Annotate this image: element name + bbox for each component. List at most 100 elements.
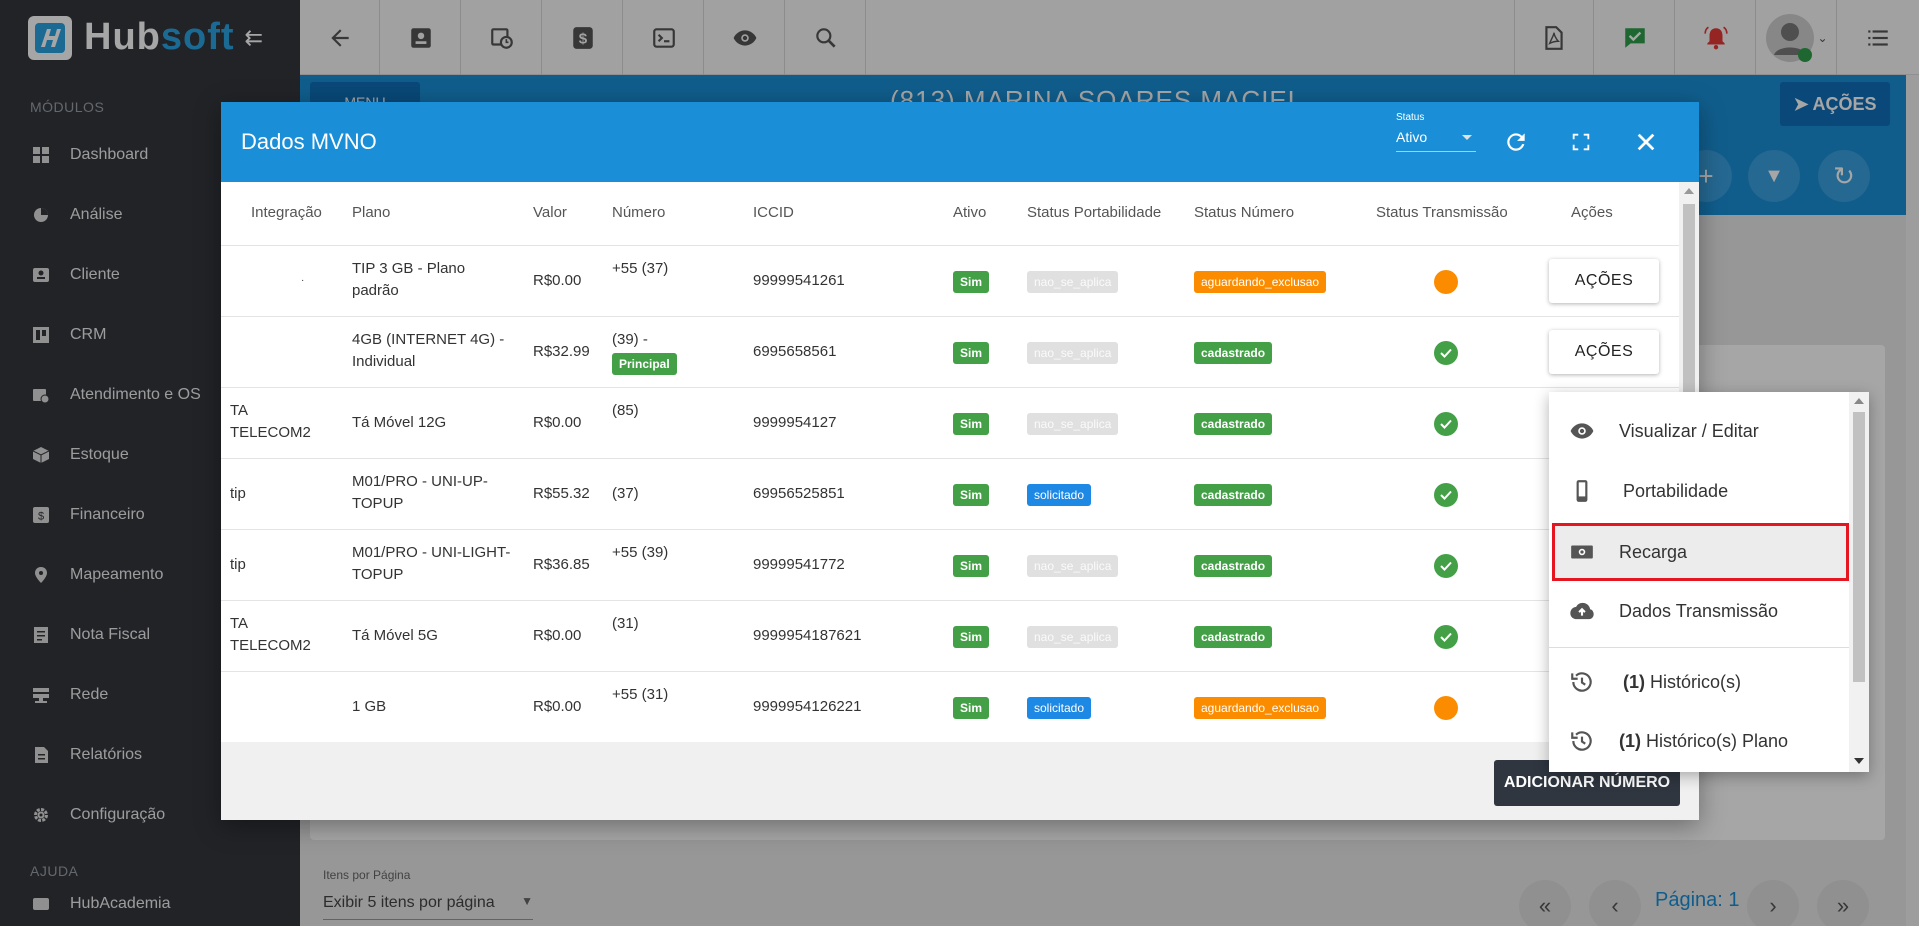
smartphone-icon (1567, 476, 1597, 506)
table-row: tip M01/PRO - UNI-LIGHT- TOPUP R$36.85 +5… (221, 530, 1679, 601)
cell-integracao: TA TELECOM2 (230, 402, 311, 441)
cell-numero: (39) - (612, 331, 648, 348)
scroll-up-icon[interactable] (1854, 398, 1864, 404)
column-header[interactable]: Status Portabilidade (1027, 204, 1161, 221)
menu-scrollbar[interactable] (1849, 392, 1869, 772)
table-row: · TIP 3 GB - Plano padrão R$0.00 +55 (37)… (221, 246, 1679, 317)
cell-iccid: 9999954126221 (753, 698, 862, 715)
cell-integracao: TA TELECOM2 (230, 615, 311, 654)
ativo-badge: Sim (953, 697, 990, 719)
check-circle-icon (1434, 412, 1458, 436)
cell-iccid: 9999954187621 (753, 627, 862, 644)
menu-item-recarga[interactable]: Recarga (1549, 524, 1849, 580)
transmission-pending-icon (1434, 270, 1458, 294)
cell-plano: Tá Móvel 5G (352, 627, 438, 644)
column-header[interactable]: Valor (533, 204, 567, 221)
portabilidade-badge: nao_se_aplica (1027, 413, 1119, 435)
portabilidade-badge: nao_se_aplica (1027, 555, 1119, 577)
table-row: TA TELECOM2 Tá Móvel 5G R$0.00 (31) 9999… (221, 601, 1679, 672)
cell-valor: R$0.00 (533, 272, 582, 289)
check-circle-icon (1434, 554, 1458, 578)
portabilidade-badge: nao_se_aplica (1027, 342, 1119, 364)
check-circle-icon (1434, 483, 1458, 507)
cell-plano: Tá Móvel 12G (352, 414, 447, 431)
cell-iccid: 9999954127 (753, 414, 837, 431)
cell-valor: R$36.85 (533, 556, 590, 573)
cell-numero: (37) (612, 485, 639, 502)
menu-item-visualizar-editar[interactable]: Visualizar / Editar (1549, 403, 1849, 459)
history-icon (1567, 667, 1597, 697)
ativo-badge: Sim (953, 626, 990, 648)
column-header[interactable]: Ativo (953, 204, 986, 221)
cash-icon (1567, 537, 1597, 567)
menu-item-label: (1) Histórico(s) (1623, 671, 1742, 692)
ativo-badge: Sim (953, 484, 990, 506)
cell-plano: 4GB (INTERNET 4G) - Individual (352, 331, 505, 370)
menu-item-label: Visualizar / Editar (1619, 420, 1759, 441)
column-header[interactable]: Ações (1571, 204, 1613, 221)
table-row: 4GB (INTERNET 4G) - Individual R$32.99 (3… (221, 317, 1679, 388)
cell-iccid: 99999541261 (753, 272, 845, 289)
row-actions-button[interactable]: AÇÕES (1549, 259, 1659, 303)
cell-integracao: · (301, 275, 305, 286)
column-header[interactable]: ICCID (753, 204, 794, 221)
cell-iccid: 99999541772 (753, 556, 845, 573)
menu-item-label: Recarga (1619, 541, 1688, 562)
column-header[interactable]: Plano (352, 204, 390, 221)
menu-item-historico-plano[interactable]: (1) Histórico(s) Plano (1549, 713, 1849, 769)
menu-item-dados-transmissao[interactable]: Dados Transmissão (1549, 583, 1849, 639)
cell-iccid: 69956525851 (753, 485, 845, 502)
status-numero-badge: cadastrado (1194, 413, 1273, 435)
table-row: TA TELECOM2 Tá Móvel 12G R$0.00 (85) 999… (221, 388, 1679, 459)
cloud-upload-icon (1567, 596, 1597, 626)
modal-title: Dados MVNO (241, 129, 377, 154)
column-header[interactable]: Status Número (1194, 204, 1294, 221)
row-actions-menu: Visualizar / Editar Portabilidade Recarg… (1549, 392, 1869, 772)
row-actions-button[interactable]: AÇÕES (1549, 330, 1659, 374)
cell-numero: (85) (612, 402, 639, 419)
fullscreen-icon (1572, 133, 1590, 151)
close-button[interactable] (1631, 127, 1661, 157)
cell-valor: R$0.00 (533, 627, 582, 644)
status-numero-badge: cadastrado (1194, 484, 1273, 506)
status-label: Status (1396, 112, 1425, 123)
status-select[interactable]: Status Ativo (1396, 112, 1476, 152)
portabilidade-badge: solicitado (1027, 484, 1092, 506)
eye-icon (1567, 416, 1597, 446)
column-header[interactable]: Número (612, 204, 665, 221)
status-numero-badge: cadastrado (1194, 626, 1273, 648)
check-circle-icon (1434, 625, 1458, 649)
cell-numero: +55 (39) (612, 544, 669, 561)
status-numero-badge: cadastrado (1194, 342, 1273, 364)
status-numero-badge: cadastrado (1194, 555, 1273, 577)
menu-item-historico[interactable]: (1) Histórico(s) (1549, 654, 1849, 710)
cell-valor: R$32.99 (533, 343, 590, 360)
cell-plano: TIP 3 GB - Plano padrão (352, 260, 466, 299)
ativo-badge: Sim (953, 413, 990, 435)
cell-plano: M01/PRO - UNI-UP- TOPUP (352, 473, 488, 512)
menu-item-portabilidade[interactable]: Portabilidade (1549, 463, 1849, 519)
scroll-thumb[interactable] (1853, 412, 1865, 682)
column-header[interactable]: Status Transmissão (1376, 204, 1508, 221)
cell-numero: +55 (37) (612, 260, 669, 277)
check-circle-icon (1434, 341, 1458, 365)
status-numero-badge: aguardando_exclusao (1194, 271, 1327, 293)
modal-header: Dados MVNO Status Ativo (221, 102, 1699, 182)
ativo-badge: Sim (953, 342, 990, 364)
scroll-down-icon[interactable] (1854, 758, 1864, 764)
scroll-up-icon[interactable] (1684, 188, 1694, 194)
portabilidade-badge: nao_se_aplica (1027, 271, 1119, 293)
status-numero-badge: aguardando_exclusao (1194, 697, 1327, 719)
cell-plano: 1 GB (352, 698, 387, 715)
table-row: tip M01/PRO - UNI-UP- TOPUP R$55.32 (37) … (221, 459, 1679, 530)
table-row: 1 GB R$0.00 +55 (31) 9999954126221 Sim s… (221, 672, 1679, 742)
menu-divider (1549, 647, 1849, 648)
cell-iccid: 6995658561 (753, 343, 837, 360)
menu-item-label: (1) Histórico(s) Plano (1619, 730, 1789, 751)
mvno-modal: Dados MVNO Status Ativo Integração Plano… (221, 102, 1699, 820)
refresh-button[interactable] (1501, 127, 1531, 157)
ativo-badge: Sim (953, 271, 990, 293)
ativo-badge: Sim (953, 555, 990, 577)
column-header[interactable]: Integração (251, 204, 322, 221)
fullscreen-button[interactable] (1566, 127, 1596, 157)
